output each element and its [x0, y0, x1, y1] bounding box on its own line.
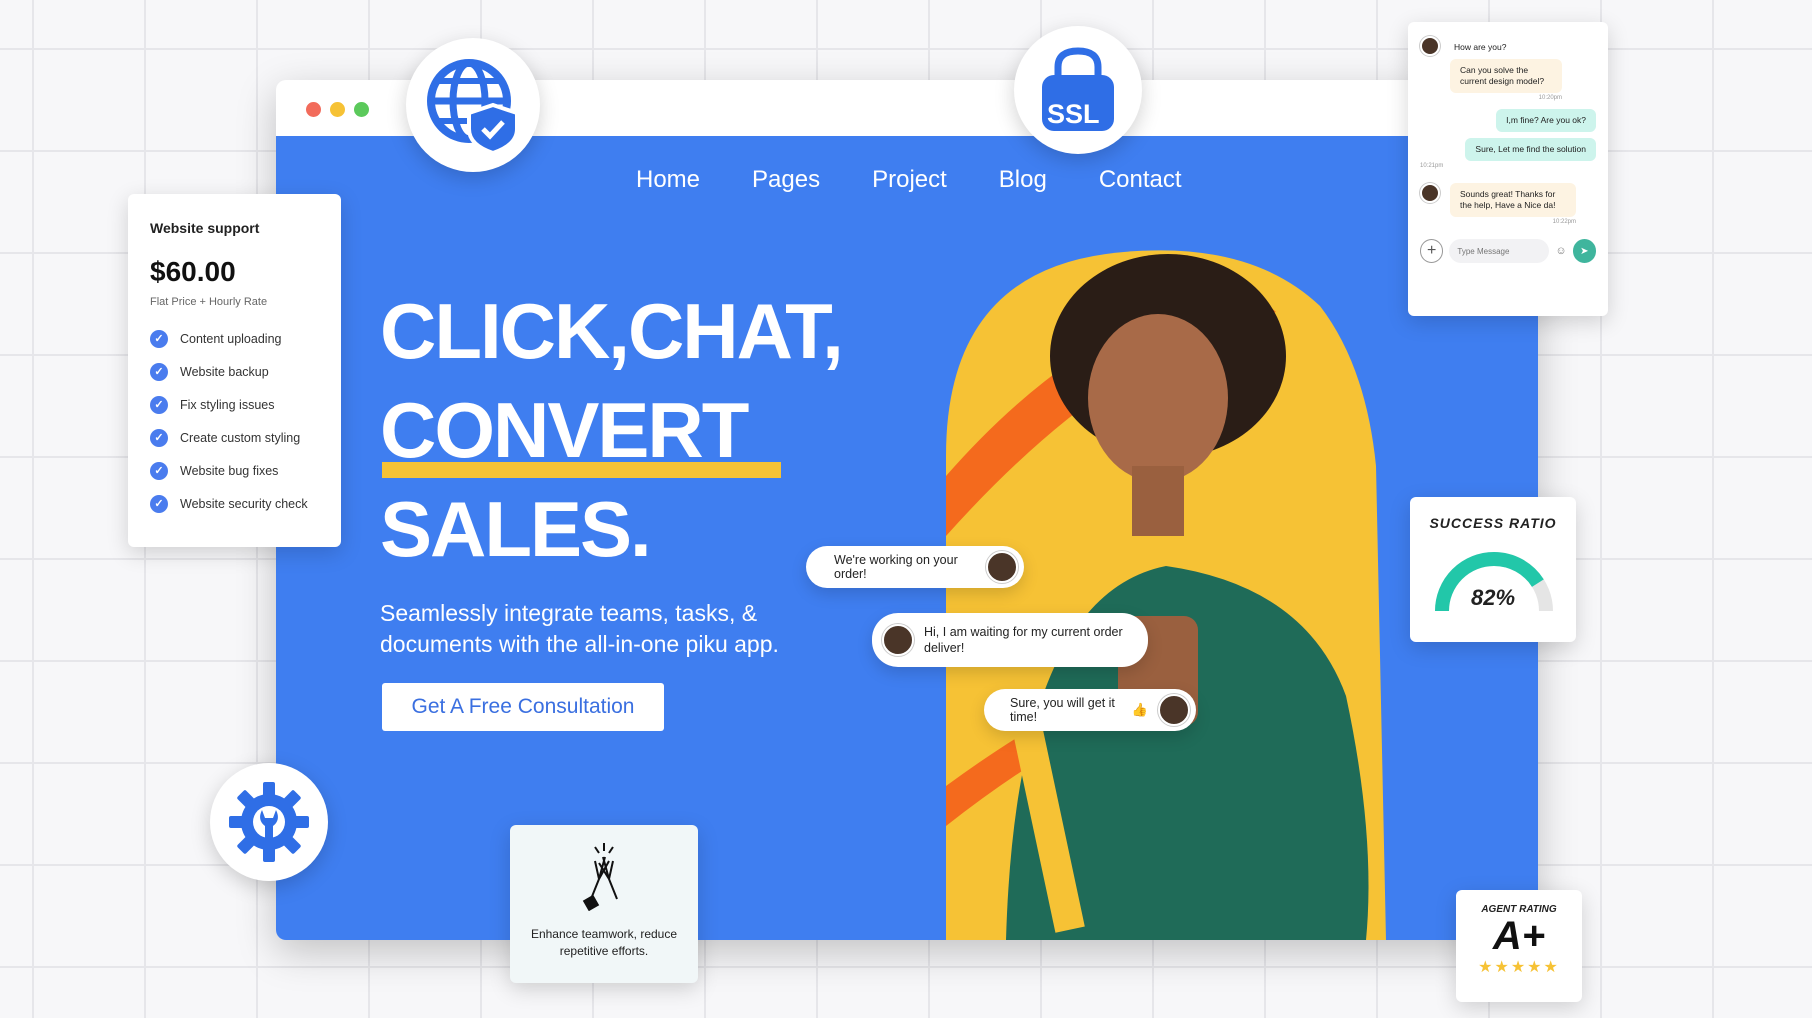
hero-subtitle: Seamlessly integrate teams, tasks, & doc… — [380, 600, 779, 657]
feature-label: Create custom styling — [180, 430, 301, 445]
headline-line-2: CONVERT — [380, 386, 749, 474]
high-five-icon — [582, 843, 618, 912]
feature-item: ✓ Content uploading — [150, 322, 341, 355]
message-input[interactable] — [1449, 239, 1550, 263]
ssl-badge: SSL — [1014, 26, 1142, 154]
teamwork-card: Enhance teamwork, reduce repetitive effo… — [510, 825, 698, 983]
headline-line-3: SALES. — [380, 485, 652, 573]
star-icon: ★ — [1543, 959, 1560, 976]
chat-message-3: I,m fine? Are you ok? — [1496, 109, 1596, 132]
browser-window: Home Pages Project Blog Contact CLICK,CH… — [276, 80, 1538, 940]
add-icon[interactable]: + — [1420, 239, 1444, 263]
agent-avatar-2 — [1158, 694, 1190, 726]
chat-message-5: Sounds great! Thanks for the help, Have … — [1450, 183, 1576, 217]
globe-shield-icon — [427, 59, 519, 155]
check-icon: ✓ — [150, 362, 168, 381]
chat-input-row: + ☺ ➤ — [1420, 239, 1596, 263]
gear-wrench-icon — [229, 782, 309, 862]
chat-bubble-sure-text: Sure, you will get it time! — [1010, 696, 1115, 724]
hero-headline: CLICK,CHAT, CONVERT SALES. — [380, 282, 844, 579]
chat-bubble-working-text: We're working on your order! — [834, 553, 958, 581]
star-icon: ★ — [1494, 959, 1511, 976]
chat-panel: How are you? Can you solve the current d… — [1408, 22, 1608, 316]
check-icon: ✓ — [150, 494, 168, 513]
feature-item: ✓ Website backup — [150, 355, 341, 388]
nav-home[interactable]: Home — [636, 166, 700, 194]
chat-time-3: 10:22pm — [1552, 219, 1576, 225]
free-consultation-button[interactable]: Get A Free Consultation — [382, 683, 664, 731]
success-ratio-value: 82% — [1470, 585, 1516, 610]
feature-label: Website bug fixes — [180, 463, 279, 478]
nav-pages[interactable]: Pages — [752, 166, 820, 194]
minimize-dot[interactable] — [330, 102, 345, 117]
chat-time-2: 10:21pm — [1420, 163, 1444, 169]
chat-bubble-waiting-text: Hi, I am waiting for my current order de… — [924, 625, 1123, 655]
pricing-card: Website support $60.00 Flat Price + Hour… — [128, 194, 341, 547]
chat-row: Sounds great! Thanks for the help, Have … — [1420, 183, 1596, 225]
teamwork-caption: Enhance teamwork, reduce repetitive effo… — [530, 927, 678, 958]
settings-badge — [210, 763, 328, 881]
check-icon: ✓ — [150, 395, 168, 414]
send-icon[interactable]: ➤ — [1572, 239, 1596, 263]
chat-row: How are you? Can you solve the current d… — [1420, 36, 1596, 101]
feature-label: Content uploading — [180, 331, 282, 346]
feature-item: ✓ Create custom styling — [150, 421, 341, 454]
star-icon: ★ — [1510, 959, 1528, 976]
chat-bubble-sure: Sure, you will get it time! 👍 — [984, 689, 1196, 731]
customer-avatar — [882, 624, 914, 656]
star-rating: ★★★★★ — [1456, 957, 1582, 977]
thumbs-up-icon: 👍 — [1131, 702, 1148, 717]
chat-row: I,m fine? Are you ok? Sure, Let me find … — [1420, 109, 1596, 169]
chat-message-1: How are you? — [1450, 36, 1562, 59]
pricing-rate: Flat Price + Hourly Rate — [150, 296, 268, 308]
chat-bubble-waiting: Hi, I am waiting for my current order de… — [872, 613, 1148, 667]
window-controls — [306, 102, 369, 117]
star-icon: ★ — [1478, 959, 1495, 976]
star-icon: ★ — [1527, 959, 1544, 976]
pricing-price: $60.00 — [150, 256, 236, 287]
ssl-label: SSL — [1047, 99, 1100, 129]
chat-bubble-working: We're working on your order! — [806, 546, 1024, 588]
success-ratio-title: SUCCESS RATIO — [1429, 515, 1557, 531]
feature-item: ✓ Fix styling issues — [150, 388, 341, 421]
chat-message-2: Can you solve the current design model? — [1450, 59, 1562, 93]
chat-time-1: 10:20pm — [1538, 95, 1562, 101]
chat-avatar — [1420, 36, 1440, 56]
pricing-title: Website support — [150, 220, 260, 236]
headline-line-1: CLICK,CHAT, — [380, 287, 844, 375]
chat-avatar — [1420, 183, 1440, 203]
feature-item: ✓ Website security check — [150, 487, 341, 520]
check-icon: ✓ — [150, 461, 168, 480]
feature-label: Website security check — [180, 496, 308, 511]
feature-label: Fix styling issues — [180, 397, 275, 412]
chat-message-4: Sure, Let me find the solution — [1465, 138, 1596, 161]
emoji-icon[interactable]: ☺ — [1555, 245, 1566, 257]
success-ratio-card: SUCCESS RATIO 82% — [1410, 497, 1576, 642]
maximize-dot[interactable] — [354, 102, 369, 117]
nav-project[interactable]: Project — [872, 166, 947, 194]
agent-avatar — [986, 551, 1018, 583]
feature-label: Website backup — [180, 364, 269, 379]
hero-section: Home Pages Project Blog Contact CLICK,CH… — [276, 136, 1538, 940]
agent-rating-grade: A+ — [1492, 914, 1546, 958]
check-icon: ✓ — [150, 428, 168, 447]
close-dot[interactable] — [306, 102, 321, 117]
feature-item: ✓ Website bug fixes — [150, 454, 341, 487]
agent-rating-card: AGENT RATING A+ ★★★★★ — [1456, 890, 1582, 1002]
globe-badge — [406, 38, 540, 172]
check-icon: ✓ — [150, 329, 168, 348]
